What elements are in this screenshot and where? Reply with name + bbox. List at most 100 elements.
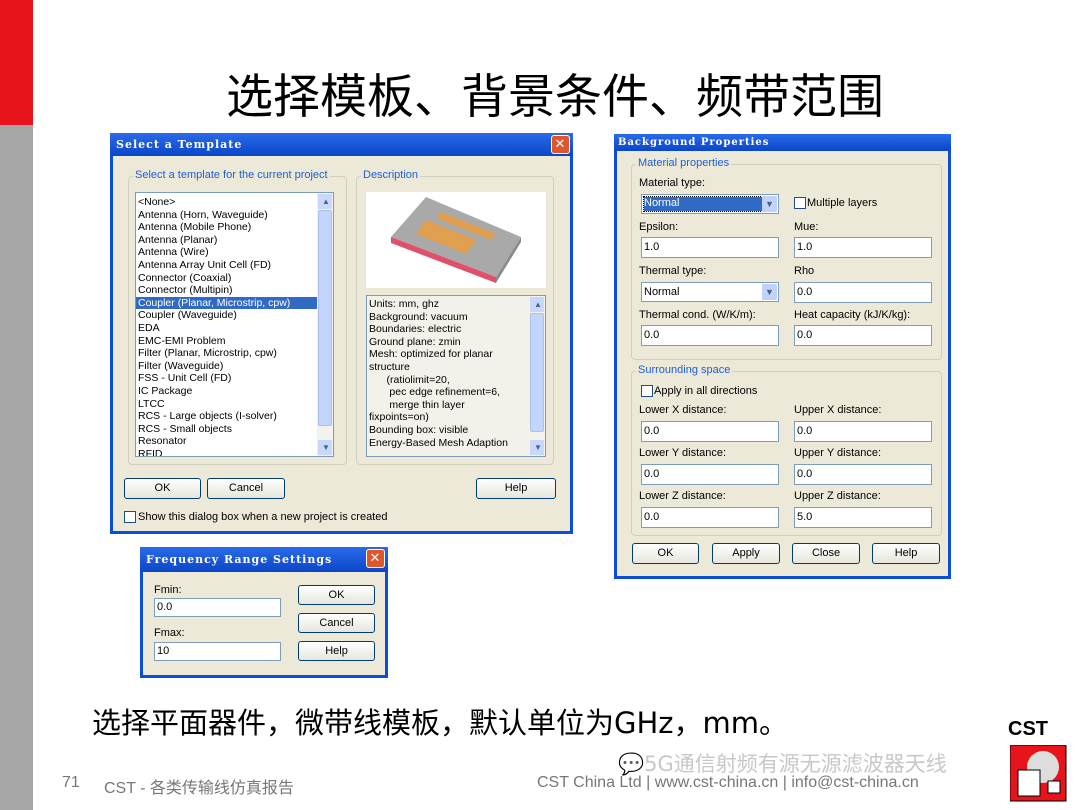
select-template-dialog: Select a Template ✕ Select a template for… [110,133,573,534]
ok-button[interactable]: OK [632,543,699,564]
close-icon[interactable]: ✕ [366,549,385,568]
ok-button[interactable]: OK [124,478,201,499]
chevron-down-icon[interactable]: ▼ [762,196,777,212]
list-item[interactable]: Coupler (Planar, Microstrip, cpw) [136,296,333,310]
close-button[interactable]: Close [792,543,860,564]
material-type-select[interactable]: Normal ▼ [641,194,779,214]
list-item[interactable]: EMC-EMI Problem [136,335,333,348]
upper-z-label: Upper Z distance: [794,490,881,502]
scroll-down-icon[interactable]: ▼ [530,440,544,455]
description-line: Energy-Based Mesh Adaption [369,436,508,449]
selected-value: Normal [643,196,763,212]
scroll-up-icon[interactable]: ▲ [318,194,332,209]
list-item[interactable]: Coupler (Waveguide) [136,309,333,322]
fmax-input[interactable]: 10 [154,642,281,661]
lower-y-label: Lower Y distance: [639,447,727,459]
list-item[interactable]: Antenna (Planar) [136,234,333,247]
page-number: 71 [62,774,80,791]
dialog-title: Background Properties [618,137,770,148]
heat-capacity-input[interactable]: 0.0 [794,325,932,346]
list-item[interactable]: Antenna Array Unit Cell (FD) [136,259,333,272]
list-item[interactable]: RFID [136,448,333,456]
upper-x-label: Upper X distance: [794,404,882,416]
watermark: 💬5G通信射频有源无源滤波器天线 [618,748,947,778]
title-bar: Frequency Range Settings ✕ [140,547,388,572]
scroll-thumb[interactable] [530,313,544,432]
cancel-button[interactable]: Cancel [298,613,375,633]
fmin-label: Fmin: [154,584,182,596]
ok-button[interactable]: OK [298,585,375,605]
chevron-down-icon[interactable]: ▼ [762,284,777,300]
close-icon[interactable]: ✕ [551,135,570,154]
rho-label: Rho [794,265,815,277]
dialog-title: Select a Template [116,138,243,151]
scroll-up-icon[interactable]: ▲ [530,297,544,312]
scrollbar[interactable]: ▲ ▼ [529,296,545,456]
description-line: structure [369,360,410,373]
show-dialog-checkbox[interactable] [124,511,136,523]
list-item[interactable]: <None> [136,196,333,209]
list-item[interactable]: RCS - Large objects (I-solver) [136,410,333,423]
help-button[interactable]: Help [872,543,940,564]
description-line: fixpoints=on) [369,411,429,424]
description-line: Bounding box: visible [369,423,469,436]
background-properties-dialog: Background Properties Material propertie… [614,134,951,579]
multiple-layers-checkbox[interactable] [794,197,806,209]
thermal-cond-label: Thermal cond. (W/K/m): [639,309,756,321]
fmin-input[interactable]: 0.0 [154,598,281,617]
list-item[interactable]: FSS - Unit Cell (FD) [136,372,333,385]
scroll-down-icon[interactable]: ▼ [318,440,332,455]
thermal-cond-input[interactable]: 0.0 [641,325,779,346]
list-item[interactable]: Connector (Coaxial) [136,272,333,285]
cancel-button[interactable]: Cancel [207,478,285,499]
scrollbar[interactable]: ▲ ▼ [317,193,333,456]
apply-button[interactable]: Apply [712,543,780,564]
list-item[interactable]: Resonator [136,435,333,448]
group-label: Surrounding space [636,364,733,376]
list-item[interactable]: Antenna (Horn, Waveguide) [136,209,333,222]
cst-logo [1010,745,1067,802]
list-item[interactable]: Antenna (Mobile Phone) [136,221,333,234]
template-preview-image [366,192,546,288]
help-button[interactable]: Help [298,641,375,661]
side-bar [0,125,33,810]
fmax-label: Fmax: [154,627,185,639]
upper-x-input[interactable]: 0.0 [794,421,932,442]
thermal-type-select[interactable]: Normal ▼ [641,282,779,302]
description-line: Boundaries: electric [369,323,462,336]
mue-label: Mue: [794,221,819,233]
selected-value: Normal [644,286,680,298]
list-item[interactable]: IC Package [136,385,333,398]
mue-input[interactable]: 1.0 [794,237,932,258]
scroll-thumb[interactable] [318,210,332,426]
upper-y-input[interactable]: 0.0 [794,464,932,485]
list-item[interactable]: RCS - Small objects [136,423,333,436]
upper-z-input[interactable]: 5.0 [794,507,932,528]
description-line: Ground plane: zmin [369,335,461,348]
rho-input[interactable]: 0.0 [794,282,932,303]
list-item[interactable]: Filter (Waveguide) [136,360,333,373]
lower-x-input[interactable]: 0.0 [641,421,779,442]
slide-subtitle: 选择平面器件，微带线模板，默认单位为GHz，mm。 [92,706,789,740]
checkbox-label: Multiple layers [807,197,878,209]
template-list[interactable]: ▲ ▼ <None> Antenna (Horn, Waveguide) Antenn… [135,192,334,457]
lower-y-input[interactable]: 0.0 [641,464,779,485]
description-line: Mesh: optimized for planar [369,348,493,361]
help-button[interactable]: Help [476,478,556,499]
apply-all-checkbox[interactable] [641,385,653,397]
list-item[interactable]: Filter (Planar, Microstrip, cpw) [136,347,333,360]
lower-z-label: Lower Z distance: [639,490,726,502]
description-line: pec edge refinement=6, [369,386,501,399]
watermark-text: 5G通信射频有源无源滤波器天线 [644,752,947,776]
epsilon-input[interactable]: 1.0 [641,237,779,258]
lower-z-input[interactable]: 0.0 [641,507,779,528]
list-item[interactable]: LTCC [136,398,333,411]
title-bar: Background Properties [614,134,951,151]
cst-logo-text: CST [1008,718,1048,740]
list-item[interactable]: EDA [136,322,333,335]
list-item[interactable]: Connector (Multipin) [136,284,333,297]
group-label: Select a template for the current projec… [133,169,330,181]
material-type-label: Material type: [639,177,706,189]
list-item[interactable]: Antenna (Wire) [136,246,333,259]
frequency-range-dialog: Frequency Range Settings ✕ Fmin: 0.0 Fmax… [140,547,388,678]
